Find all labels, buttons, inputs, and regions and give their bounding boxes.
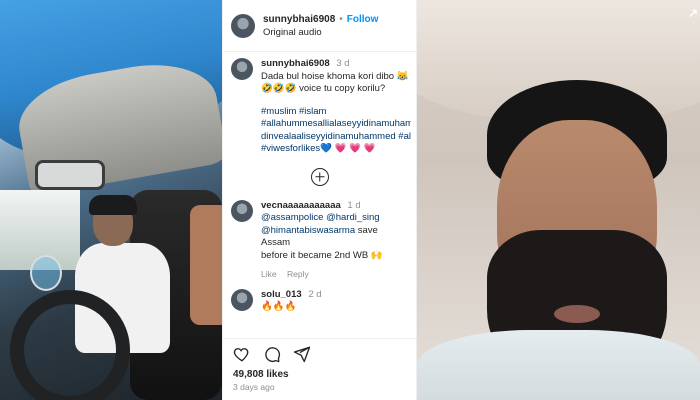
comment-text: vecnaaaaaaaaaaa 1 d @assampolice @hardi_… (261, 200, 408, 281)
comment-username[interactable]: vecnaaaaaaaaaaa (261, 200, 341, 211)
comment: vecnaaaaaaaaaaa 1 d @assampolice @hardi_… (231, 199, 408, 281)
post-age: 3 days ago (233, 382, 275, 392)
header-text: sunnybhai6908 • Follow Original audio (263, 13, 378, 39)
avatar[interactable] (231, 13, 255, 38)
caption-text: sunnybhai6908 3 d Dada bul hoise khoma k… (261, 58, 411, 156)
heart-icon[interactable] (233, 345, 251, 363)
follow-button[interactable]: Follow (347, 13, 379, 26)
likes-count[interactable]: 49,808 likes (233, 369, 406, 380)
plus-circle-icon[interactable] (310, 167, 329, 186)
separator-dot: • (339, 13, 343, 25)
car-seat-side (190, 205, 222, 325)
caption-line-2: 🤣🤣🤣 voice tu copy korilu? (261, 83, 386, 94)
hashtag-line[interactable]: #muslim #islam (261, 106, 411, 119)
comment-body: 🔥🔥🔥 (261, 301, 297, 312)
comment-time: 1 d (347, 199, 361, 211)
post-body: sunnybhai6908 3 d Dada bul hoise khoma k… (223, 52, 416, 314)
caption-time: 3 d (336, 58, 350, 69)
comment-avatar[interactable] (231, 288, 253, 311)
comment-username[interactable]: solu_013 (261, 289, 302, 300)
hashtag-line[interactable]: dinvealaaliseyyidinamuhammed #allah (261, 131, 411, 144)
person-mouth (554, 305, 600, 323)
hashtag-line[interactable]: #allahummesallialaseyyidinamuhammed (261, 118, 411, 131)
post-photo-left (0, 0, 222, 400)
caption-username[interactable]: sunnybhai6908 (261, 58, 330, 69)
post-photo-right: ↗ (417, 0, 700, 400)
comment-time: 2 d (308, 288, 322, 300)
load-more-comments[interactable] (231, 167, 408, 186)
post-header: sunnybhai6908 • Follow Original audio (223, 0, 416, 52)
hashtag-line[interactable]: #viwesforlikes💙 💗 💗 💗 (261, 143, 411, 156)
comment-mention[interactable]: @himantabiswasarma (261, 225, 355, 236)
comment-avatar[interactable] (231, 199, 253, 222)
comment-mentions[interactable]: @assampolice @hardi_sing (261, 212, 408, 225)
comment-body-2: before it became 2nd WB 🙌 (261, 249, 383, 261)
username-link[interactable]: sunnybhai6908 (263, 13, 335, 26)
instagram-post-panel: sunnybhai6908 • Follow Original audio su… (222, 0, 417, 400)
post-footer: 49,808 likes 3 days ago (223, 338, 416, 400)
action-icons (233, 345, 406, 363)
caption-line-1: Dada bul hoise khoma kori dibo 😹 (261, 70, 409, 82)
steering-wheel (10, 290, 130, 400)
comment-text: solu_013 2 d 🔥🔥🔥 (261, 289, 408, 314)
person-cap (89, 195, 137, 215)
comment-icon[interactable] (263, 345, 281, 363)
corner-icon[interactable]: ↗ (688, 6, 698, 20)
person-shirt-right (417, 330, 700, 400)
hanging-charm (30, 255, 62, 291)
rearview-mirror (35, 160, 105, 190)
like-comment-button[interactable]: Like (261, 269, 277, 279)
caption: sunnybhai6908 3 d Dada bul hoise khoma k… (231, 58, 411, 156)
hashtags: #muslim #islam #allahummesallialaseyyidi… (261, 106, 411, 156)
comment-actions: Like Reply (261, 268, 408, 281)
comment: solu_013 2 d 🔥🔥🔥 (231, 288, 408, 314)
caption-avatar[interactable] (231, 58, 253, 80)
reply-comment-button[interactable]: Reply (287, 269, 309, 279)
audio-label[interactable]: Original audio (263, 26, 378, 39)
share-icon[interactable] (293, 345, 311, 363)
